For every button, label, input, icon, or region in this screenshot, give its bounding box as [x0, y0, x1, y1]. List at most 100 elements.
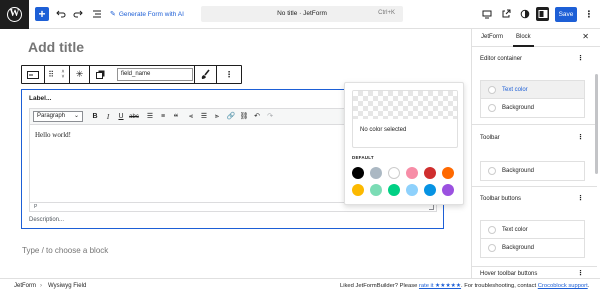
align-right-icon[interactable]: ⫸	[212, 112, 222, 122]
command-shortcut: Ctrl+K	[378, 10, 395, 16]
rate-link[interactable]: rate it ★★★★★	[419, 283, 461, 289]
chevron-down-icon: ⌄	[73, 113, 79, 119]
tab-jetform[interactable]: JetForm	[481, 34, 503, 40]
note-middle: . For troubleshooting, contact	[461, 283, 538, 289]
color-swatch[interactable]	[352, 184, 364, 196]
block-appender[interactable]: Type / to choose a block	[22, 246, 108, 255]
tab-block[interactable]: Block	[513, 34, 534, 47]
color-swatch[interactable]	[406, 167, 418, 179]
option-label: Background	[502, 105, 535, 111]
external-link-icon	[502, 9, 511, 18]
redo-icon[interactable]: ↷	[265, 112, 275, 122]
document-overview-button[interactable]	[91, 7, 103, 21]
close-icon[interactable]: ✕	[582, 32, 589, 41]
underline-icon[interactable]: U	[116, 112, 126, 122]
color-swatch[interactable]	[370, 184, 382, 196]
resize-handle[interactable]	[429, 205, 434, 210]
undo-icon[interactable]: ↶	[252, 112, 262, 122]
color-swatch[interactable]	[352, 167, 364, 179]
support-link[interactable]: Crocoblock support	[538, 283, 588, 289]
block-toolbar: ⠿ ˄ ˅ ✳ field_name ⋮	[21, 65, 242, 84]
block-type-button[interactable]	[22, 66, 45, 83]
color-preview[interactable]: No color selected	[352, 90, 458, 148]
more-vertical-icon[interactable]: ⋮	[577, 269, 584, 277]
section-editor-container: Editor container ⋮ Text color Background	[472, 47, 597, 125]
color-swatch[interactable]	[442, 167, 454, 179]
color-swatch[interactable]	[388, 184, 400, 196]
color-indicator	[488, 225, 496, 234]
view-form-button[interactable]	[500, 7, 512, 21]
field-description[interactable]: Description...	[29, 217, 64, 223]
color-picker-popover: No color selected DEFAULT	[344, 82, 464, 205]
brush-icon	[201, 69, 210, 79]
block-options-button[interactable]: ⋮	[217, 66, 241, 83]
settings-sidebar-toggle[interactable]	[536, 7, 549, 21]
option-text-color[interactable]: Text color	[481, 81, 584, 99]
field-label[interactable]: Label...	[29, 95, 51, 102]
note-prefix: Liked JetFormBuilder? Please	[340, 283, 419, 289]
italic-icon[interactable]: I	[103, 112, 113, 122]
clear-styles-button[interactable]	[194, 66, 217, 83]
color-swatch[interactable]	[406, 184, 418, 196]
breadcrumb-wysiwyg-field[interactable]: Wysiwyg Field	[48, 283, 86, 289]
no-color-label: No color selected	[360, 127, 407, 133]
wordpress-logo[interactable]: W	[0, 0, 29, 29]
color-swatch[interactable]	[424, 167, 436, 179]
color-swatch[interactable]	[370, 167, 382, 179]
add-block-button[interactable]: +	[35, 7, 49, 21]
option-text-color[interactable]: Text color	[481, 221, 584, 239]
post-title-input[interactable]: Add title	[28, 39, 84, 55]
section-hover-toolbar-buttons: Hover toolbar buttons ⋮	[472, 267, 597, 278]
bullet-list-icon[interactable]: ☰	[145, 112, 155, 122]
strikethrough-icon[interactable]: abc	[129, 112, 139, 122]
color-indicator	[488, 104, 496, 112]
breadcrumb-jetform[interactable]: JetForm	[14, 283, 36, 289]
palette-label: DEFAULT	[352, 155, 374, 160]
more-vertical-icon: ⋮	[584, 8, 594, 19]
option-label: Background	[502, 245, 535, 251]
align-left-icon[interactable]: ⫷	[186, 112, 196, 122]
bold-icon[interactable]: B	[90, 112, 100, 122]
editor-content[interactable]: Hello world!	[35, 131, 71, 139]
more-vertical-icon[interactable]: ⋮	[577, 194, 584, 202]
save-button[interactable]: Save	[555, 7, 577, 22]
generate-form-ai-button[interactable]: ✎ Generate Form with AI	[110, 7, 184, 21]
color-swatch[interactable]	[442, 184, 454, 196]
section-toolbar: Toolbar ⋮ Background	[472, 125, 597, 187]
more-vertical-icon[interactable]: ⋮	[577, 54, 584, 62]
drag-handle[interactable]: ⠿	[45, 66, 57, 83]
copy-icon	[95, 70, 104, 79]
option-label: Text color	[502, 86, 528, 93]
undo-button[interactable]	[55, 7, 67, 21]
styles-button[interactable]	[519, 7, 531, 21]
field-block-icon	[27, 70, 39, 79]
link-icon[interactable]: 🔗	[226, 112, 236, 122]
unlink-icon[interactable]: ⛓	[239, 112, 249, 122]
preview-button[interactable]	[481, 7, 493, 21]
chevron-down-icon[interactable]: ˅	[62, 74, 65, 80]
note-suffix: .	[587, 283, 590, 289]
option-background[interactable]: Background	[481, 162, 584, 180]
section-toolbar-buttons: Toolbar buttons ⋮ Text color Background	[472, 187, 597, 267]
document-bar[interactable]: No title · JetForm Ctrl+K	[201, 6, 403, 22]
redo-button[interactable]	[72, 7, 84, 21]
option-background[interactable]: Background	[481, 239, 584, 257]
align-center-icon[interactable]: ☰	[199, 112, 209, 122]
more-vertical-icon[interactable]: ⋮	[577, 133, 584, 141]
option-background[interactable]: Background	[481, 99, 584, 117]
color-swatch[interactable]	[424, 184, 436, 196]
sidebar-scrollbar[interactable]	[595, 74, 598, 174]
section-title: Editor container	[480, 56, 523, 62]
asterisk-icon: ✳	[75, 69, 84, 79]
blockquote-icon[interactable]: “	[171, 112, 181, 122]
copy-field-name-button[interactable]	[90, 66, 110, 83]
format-select[interactable]: Paragraph ⌄	[33, 111, 83, 122]
move-buttons[interactable]: ˄ ˅	[57, 66, 70, 83]
color-indicator	[488, 167, 496, 175]
field-name-input[interactable]: field_name	[117, 68, 193, 81]
options-menu-button[interactable]: ⋮	[584, 7, 594, 21]
numbered-list-icon[interactable]: ≡	[158, 112, 168, 122]
field-settings-button[interactable]: ✳	[70, 66, 90, 83]
document-title: No title · JetForm	[277, 10, 327, 17]
color-swatch[interactable]	[388, 167, 400, 179]
